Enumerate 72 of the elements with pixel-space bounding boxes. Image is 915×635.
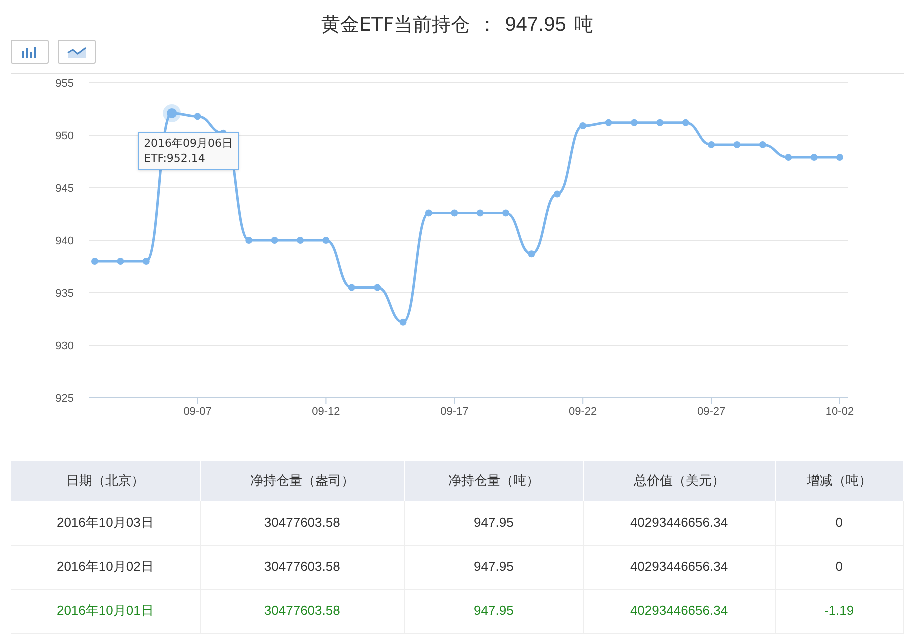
table-cell: 0 xyxy=(836,559,843,574)
data-point xyxy=(271,237,278,244)
table-cell: 947.95 xyxy=(474,603,514,618)
data-point xyxy=(117,258,124,265)
data-point xyxy=(194,113,202,120)
y-axis-label: 925 xyxy=(56,393,74,405)
table-cell: 2016年10月03日 xyxy=(56,515,154,530)
x-axis-label: 09-22 xyxy=(569,406,598,418)
table-cell: 947.95 xyxy=(474,559,514,574)
data-point xyxy=(425,210,432,217)
y-axis-label: 950 xyxy=(56,130,74,142)
data-point xyxy=(374,284,382,292)
data-point xyxy=(605,119,612,126)
x-axis-label: 09-27 xyxy=(697,406,726,418)
bar-chart-button[interactable] xyxy=(11,40,49,64)
data-point xyxy=(630,119,638,126)
y-axis-label: 935 xyxy=(56,288,74,300)
table-cell: 0 xyxy=(836,515,843,530)
data-point xyxy=(246,237,253,244)
y-axis-label: 930 xyxy=(56,340,74,352)
data-point xyxy=(528,250,536,258)
x-axis-label: 09-17 xyxy=(440,406,469,418)
column-header: 净持仓量（盎司） xyxy=(250,473,354,488)
data-point xyxy=(348,284,356,292)
data-point xyxy=(476,210,484,217)
tooltip-text: 2016年09月06日 xyxy=(144,136,234,152)
tooltip-text: ETF:952.14 xyxy=(144,151,206,166)
data-point xyxy=(322,237,330,244)
bar-chart-icon xyxy=(21,46,39,58)
holding-value: 947.95 xyxy=(505,13,566,38)
data-point xyxy=(734,141,741,148)
title-separator: ： xyxy=(478,12,498,38)
table-cell: 2016年10月02日 xyxy=(56,559,154,574)
data-point xyxy=(400,318,407,326)
data-point xyxy=(92,258,98,265)
data-point xyxy=(554,190,561,198)
table-cell: 30477603.58 xyxy=(264,515,340,530)
page-title: 黄金ETF当前持仓 xyxy=(322,12,470,38)
y-axis-label: 945 xyxy=(56,183,74,195)
table-cell: 40293446656.34 xyxy=(630,559,728,574)
data-point xyxy=(682,119,690,126)
line-chart-icon xyxy=(67,46,87,58)
table-cell: 40293446656.34 xyxy=(630,603,728,618)
table-cell: 947.95 xyxy=(474,515,514,530)
data-point xyxy=(785,154,792,162)
x-axis-label: 10-02 xyxy=(826,406,854,418)
data-point xyxy=(142,258,150,265)
unit-label: 吨 xyxy=(574,12,594,38)
data-point xyxy=(836,154,844,162)
data-point xyxy=(708,141,716,148)
data-point xyxy=(759,141,766,148)
table-cell: -1.19 xyxy=(824,603,854,618)
column-header: 总价值（美元） xyxy=(634,473,725,488)
table-cell: 2016年10月01日 xyxy=(56,603,154,618)
table-cell: 30477603.58 xyxy=(264,603,340,618)
highlighted-point xyxy=(163,104,182,122)
x-axis-label: 09-12 xyxy=(312,406,340,418)
data-point xyxy=(451,210,458,217)
table-cell: 30477603.58 xyxy=(264,559,340,574)
column-header: 增减（吨） xyxy=(806,473,872,488)
data-point xyxy=(810,154,818,162)
data-point xyxy=(580,122,587,130)
data-point xyxy=(656,119,664,126)
x-axis-label: 09-07 xyxy=(184,406,212,418)
data-point xyxy=(297,237,304,244)
line-chart-button[interactable] xyxy=(58,40,96,64)
y-axis-label: 955 xyxy=(56,78,74,90)
y-axis-label: 940 xyxy=(56,236,74,248)
column-header: 净持仓量（吨） xyxy=(448,473,540,488)
column-header: 日期（北京） xyxy=(66,473,144,488)
data-point xyxy=(502,210,510,217)
table-cell: 40293446656.34 xyxy=(630,515,728,530)
